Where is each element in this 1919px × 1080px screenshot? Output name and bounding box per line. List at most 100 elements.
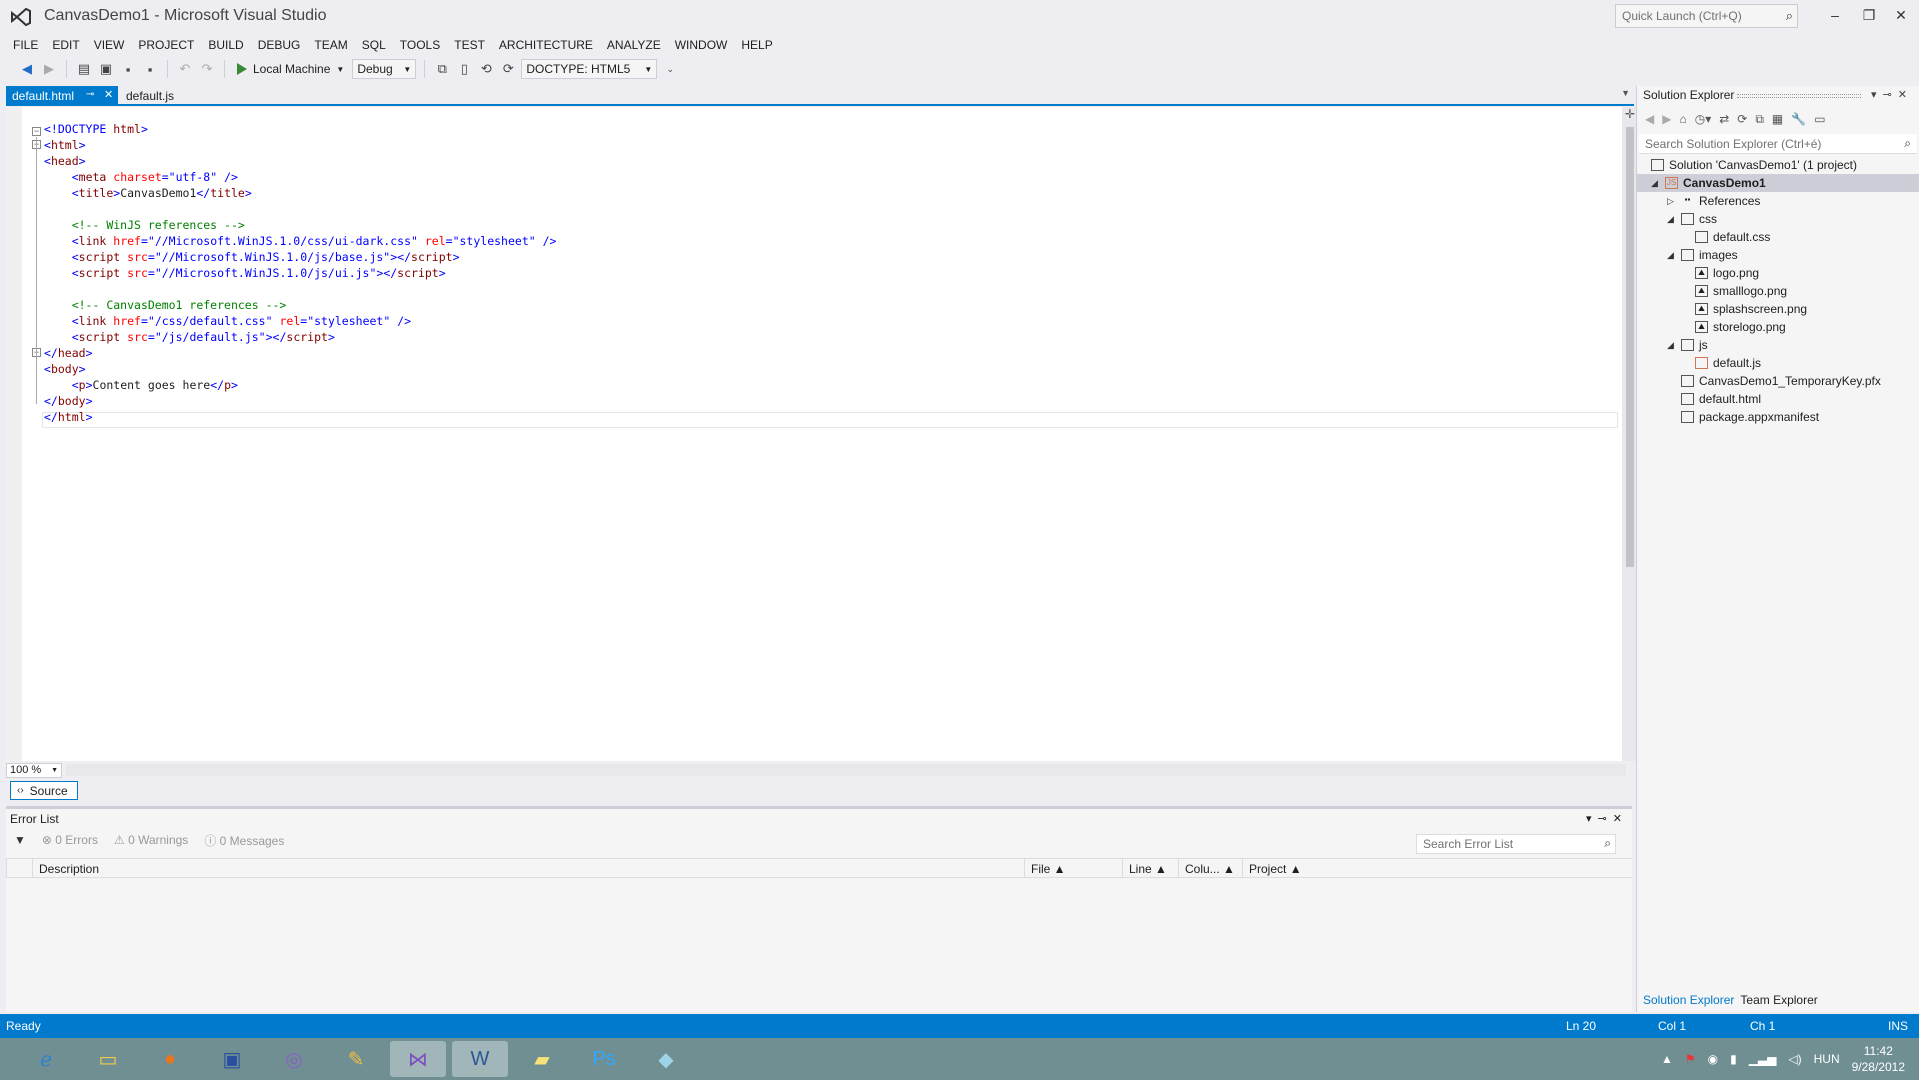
column-line[interactable]: Line ▲ xyxy=(1122,859,1178,878)
refresh-icon[interactable]: ⟲ xyxy=(477,60,495,78)
word-icon[interactable]: W xyxy=(452,1041,508,1077)
expand-icon[interactable]: ◢ xyxy=(1651,174,1658,192)
history-icon[interactable]: ◷▾ xyxy=(1695,112,1712,126)
preview-icon[interactable]: ▭ xyxy=(1814,112,1825,126)
pin-icon[interactable]: ⊸ xyxy=(86,89,94,100)
tray-expand-icon[interactable]: ▲ xyxy=(1661,1052,1673,1066)
menu-project[interactable]: PROJECT xyxy=(131,34,201,56)
tree-item-manifest[interactable]: package.appxmanifest xyxy=(1637,408,1919,426)
tree-item-smalllogo[interactable]: ⛰ smalllogo.png xyxy=(1637,282,1919,300)
visual-studio-taskbar-icon[interactable]: ⋈ xyxy=(390,1041,446,1077)
configuration-dropdown[interactable]: Debug ▼ xyxy=(352,59,417,79)
scroll-thumb[interactable] xyxy=(1626,127,1634,567)
minimize-button[interactable]: – xyxy=(1820,4,1850,26)
sticky-notes-icon[interactable]: ▰ xyxy=(514,1041,570,1077)
menu-analyze[interactable]: ANALYZE xyxy=(600,34,668,56)
save-app-icon[interactable]: ▣ xyxy=(204,1041,260,1077)
home-icon[interactable]: ⌂ xyxy=(1679,112,1686,126)
menu-build[interactable]: BUILD xyxy=(201,34,250,56)
tree-item-default-html[interactable]: default.html xyxy=(1637,390,1919,408)
collapse-icon[interactable]: − xyxy=(32,127,41,136)
panel-grip[interactable] xyxy=(1737,94,1861,98)
tree-item-css-folder[interactable]: ◢ css xyxy=(1637,210,1919,228)
search-icon[interactable]: ⌕ xyxy=(1786,8,1793,24)
redo-icon[interactable]: ↷ xyxy=(198,60,216,78)
save-icon[interactable]: ▪ xyxy=(119,60,137,78)
toolbar-overflow-icon[interactable]: ⌄ xyxy=(661,60,679,78)
tab-solution-explorer[interactable]: Solution Explorer xyxy=(1643,993,1734,1012)
photoshop-icon[interactable]: Ps xyxy=(576,1041,632,1077)
close-icon[interactable]: ✕ xyxy=(104,88,113,101)
page-icon[interactable]: ▯ xyxy=(455,60,473,78)
volume-icon[interactable]: ◁) xyxy=(1788,1052,1801,1066)
menu-test[interactable]: TEST xyxy=(447,34,492,56)
zoom-dropdown[interactable]: 100 % ▼ xyxy=(6,762,62,778)
new-project-icon[interactable]: ▤ xyxy=(75,60,93,78)
tree-item-images-folder[interactable]: ◢ images xyxy=(1637,246,1919,264)
messages-toggle[interactable]: ⓘ 0 Messages xyxy=(204,832,284,849)
expand-icon[interactable]: ◢ xyxy=(1667,246,1674,264)
tab-default-html[interactable]: default.html ⊸ ✕ xyxy=(6,86,118,106)
tree-item-references[interactable]: ▷ ▪▪ References xyxy=(1637,192,1919,210)
tree-item-pfx[interactable]: CanvasDemo1_TemporaryKey.pfx xyxy=(1637,372,1919,390)
code-editor[interactable]: − − − <!DOCTYPE html><html><head> <meta … xyxy=(6,107,1628,761)
source-view-tab[interactable]: ‹› Source xyxy=(10,781,78,800)
tab-default-js[interactable]: default.js xyxy=(120,86,180,106)
forward-icon[interactable]: ▶ xyxy=(1662,112,1671,126)
panel-buttons[interactable]: ▾⊸✕ xyxy=(1871,88,1913,101)
menu-debug[interactable]: DEBUG xyxy=(251,34,308,56)
app-tray-icon[interactable]: ◉ xyxy=(1708,1052,1718,1066)
collapse-all-icon[interactable]: ⧉ xyxy=(1755,112,1764,127)
horizontal-scrollbar[interactable] xyxy=(66,764,1626,776)
properties-icon[interactable]: 🔧 xyxy=(1791,112,1806,126)
expand-icon[interactable]: ◢ xyxy=(1667,336,1674,354)
chevron-down-icon[interactable]: ▼ xyxy=(1621,88,1630,98)
tree-item-js-folder[interactable]: ◢ js xyxy=(1637,336,1919,354)
file-explorer-icon[interactable]: ▭ xyxy=(80,1041,136,1077)
menu-file[interactable]: FILE xyxy=(6,34,45,56)
column-file[interactable]: File ▲ xyxy=(1024,859,1122,878)
refresh-icon[interactable]: ⟳ xyxy=(1737,112,1747,126)
search-icon[interactable]: ⌕ xyxy=(1904,136,1911,151)
sync-icon[interactable]: ⇄ xyxy=(1719,112,1729,126)
tree-item-splashscreen[interactable]: ⛰ splashscreen.png xyxy=(1637,300,1919,318)
expand-icon[interactable]: ◢ xyxy=(1667,210,1674,228)
show-all-files-icon[interactable]: ▦ xyxy=(1772,112,1783,126)
tools-app-icon[interactable]: ✎ xyxy=(328,1041,384,1077)
clock[interactable]: 11:42 9/28/2012 xyxy=(1852,1043,1905,1075)
firefox-icon[interactable]: ● xyxy=(142,1041,198,1077)
column-project[interactable]: Project ▲ xyxy=(1242,859,1332,878)
undo-icon[interactable]: ↶ xyxy=(176,60,194,78)
tree-item-storelogo[interactable]: ⛰ storelogo.png xyxy=(1637,318,1919,336)
solution-explorer-search-input[interactable]: Search Solution Explorer (Ctrl+é) ⌕ xyxy=(1639,134,1917,154)
warnings-toggle[interactable]: ⚠ 0 Warnings xyxy=(114,833,188,847)
doctype-dropdown[interactable]: DOCTYPE: HTML5 ▼ xyxy=(521,59,658,79)
search-icon[interactable]: ⌕ xyxy=(1604,836,1611,851)
menu-window[interactable]: WINDOW xyxy=(668,34,735,56)
close-button[interactable]: ✕ xyxy=(1886,4,1916,26)
tree-item-project[interactable]: ◢ JS CanvasDemo1 xyxy=(1637,174,1919,192)
collapsed-icon[interactable]: ▷ xyxy=(1667,192,1674,210)
menu-edit[interactable]: EDIT xyxy=(45,34,86,56)
back-icon[interactable]: ◀ xyxy=(1645,112,1654,126)
menu-tools[interactable]: TOOLS xyxy=(393,34,447,56)
start-debugging-button[interactable]: Local Machine ▼ xyxy=(233,62,348,76)
quick-launch-input[interactable]: Quick Launch (Ctrl+Q) ⌕ xyxy=(1615,4,1798,28)
spiral-app-icon[interactable]: ◎ xyxy=(266,1041,322,1077)
tree-item-solution[interactable]: Solution 'CanvasDemo1' (1 project) xyxy=(1637,156,1919,174)
back-icon[interactable]: ◀ xyxy=(18,60,36,78)
internet-explorer-icon[interactable]: ℯ xyxy=(18,1041,74,1077)
column-description[interactable]: Description xyxy=(32,859,1024,878)
column-icon[interactable] xyxy=(6,859,32,878)
error-list-search-input[interactable]: Search Error List ⌕ xyxy=(1416,834,1616,854)
flag-icon[interactable]: ⚑ xyxy=(1685,1052,1696,1066)
network-icon[interactable]: ▁▃▅ xyxy=(1749,1052,1777,1066)
tree-item-default-css[interactable]: default.css xyxy=(1637,228,1919,246)
panel-buttons[interactable]: ▾⊸✕ xyxy=(1586,812,1628,825)
battery-icon[interactable]: ▮ xyxy=(1730,1052,1737,1066)
menu-architecture[interactable]: ARCHITECTURE xyxy=(492,34,600,56)
save-all-icon[interactable]: ▪ xyxy=(141,60,159,78)
tree-item-logo[interactable]: ⛰ logo.png xyxy=(1637,264,1919,282)
column-column[interactable]: Colu... ▲ xyxy=(1178,859,1242,878)
menu-view[interactable]: VIEW xyxy=(87,34,132,56)
